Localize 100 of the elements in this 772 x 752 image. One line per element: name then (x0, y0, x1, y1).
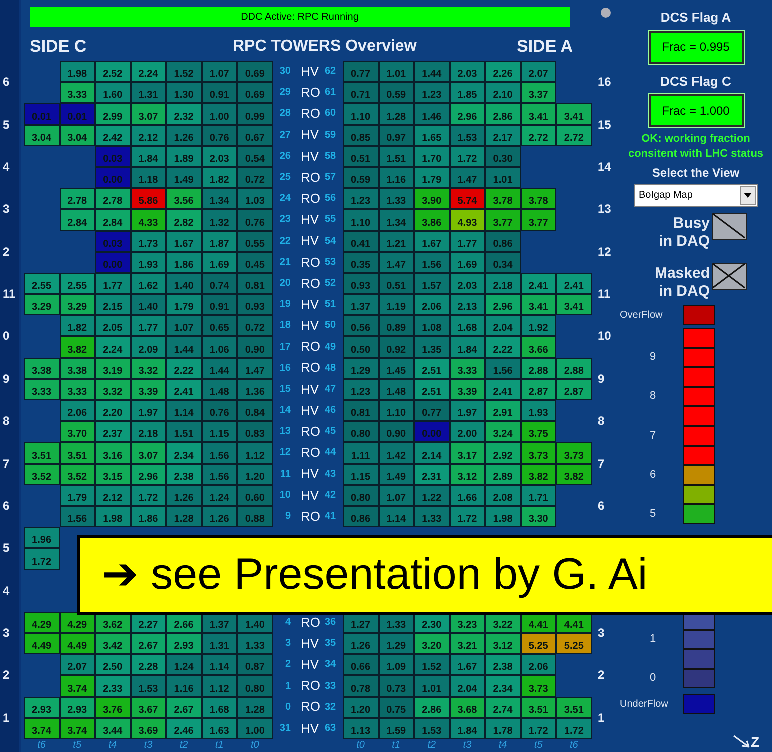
tower-cell: 1.53 (414, 718, 450, 739)
tower-type: RO (301, 444, 322, 462)
tower-cell: 0.00 (95, 252, 131, 273)
axis-label: t3 (462, 740, 473, 752)
scale-label: OverFlow (620, 308, 664, 322)
tower-cell: 3.74 (24, 718, 60, 739)
tower-number: 34 (325, 658, 336, 672)
tower-cell: 1.40 (130, 294, 166, 316)
tower-cell: 2.22 (166, 358, 202, 379)
tower-cell: 0.35 (343, 252, 379, 273)
tower-cell: 1.98 (60, 61, 96, 82)
tower-cell: 1.51 (378, 146, 414, 167)
axis-label: t2 (426, 740, 438, 752)
tower-cell: 1.29 (378, 633, 414, 654)
tower-cell: 3.38 (60, 358, 96, 379)
tower-cell: 2.31 (414, 464, 450, 485)
tower-type: RO (301, 614, 322, 632)
axis-label: t1 (214, 740, 225, 752)
sector-number: 15 (598, 116, 612, 134)
tower-cell: 3.37 (520, 82, 556, 104)
tower-cell: 0.90 (378, 421, 414, 442)
tower-cell: 0.89 (378, 315, 414, 336)
tower-cell: 0.56 (343, 315, 379, 336)
tower-type: HV (301, 402, 320, 420)
tower-cell: 1.84 (130, 146, 166, 167)
tower-cell: 2.24 (95, 336, 131, 358)
tower-cell: 1.44 (166, 336, 202, 358)
tower-cell: 4.33 (130, 209, 166, 230)
tower-cell: 2.91 (485, 400, 521, 422)
tower-cell: 3.16 (95, 442, 131, 464)
sector-number: 8 (3, 413, 10, 430)
tower-cell: 2.13 (450, 294, 486, 316)
tower-cell: 0.81 (343, 400, 379, 422)
tower-number: 9 (284, 510, 291, 524)
tower-cell: 3.07 (130, 103, 166, 125)
sector-number: 3 (3, 201, 10, 218)
tower-cell: 2.55 (24, 272, 60, 294)
tower-cell: 3.04 (60, 124, 96, 146)
tower-number: 12 (278, 446, 291, 460)
tower-cell: 2.50 (95, 654, 131, 676)
tower-cell: 3.52 (60, 464, 96, 485)
tower-cell: 3.77 (520, 209, 556, 230)
tower-cell: 0.41 (343, 230, 379, 252)
tower-type: HV (301, 465, 320, 484)
tower-cell: 2.51 (414, 378, 450, 400)
tower-cell: 3.69 (130, 718, 166, 739)
tower-number: 25 (278, 171, 291, 186)
axis-label: Z (751, 735, 760, 749)
tower-number: 30 (278, 65, 291, 80)
tower-cell: 2.82 (166, 209, 202, 230)
tower-cell: 2.34 (166, 442, 202, 464)
tower-cell: 2.87 (520, 378, 556, 400)
caret-icon (740, 186, 756, 205)
sector-number: 3 (598, 625, 605, 642)
tower-number: 16 (278, 362, 291, 376)
tower-cell: 1.67 (166, 230, 202, 252)
tower-cell: 3.19 (95, 358, 131, 379)
tower-cell: 1.85 (450, 82, 486, 104)
tower-number: 47 (325, 382, 336, 397)
tower-cell: 3.39 (450, 378, 486, 400)
tower-cell: 2.38 (485, 654, 521, 676)
tower-cell: 2.86 (485, 103, 521, 125)
indicator-icon (601, 8, 611, 18)
scale-label: UnderFlow (620, 698, 670, 712)
tower-number: 41 (325, 510, 336, 524)
tower-cell: 1.72 (450, 506, 486, 528)
status-bar: DDC Active: RPC Running (30, 7, 570, 27)
tower-number: 1 (284, 680, 291, 694)
tower-cell: 0.83 (237, 421, 273, 442)
tower-cell: 0.72 (237, 166, 273, 188)
tower-cell: 1.07 (166, 315, 202, 336)
tower-cell: 1.57 (414, 272, 450, 294)
tower-number: 45 (325, 425, 336, 440)
tower-cell: 0.65 (202, 315, 238, 336)
tower-type: HV (301, 126, 320, 144)
tower-number: 35 (325, 637, 336, 652)
tower-cell: 1.29 (343, 358, 379, 379)
tower-number: 61 (325, 86, 336, 100)
tower-cell: 1.00 (202, 103, 238, 125)
view-dropdown[interactable]: BoIgap Map (634, 184, 758, 207)
tower-cell: 1.79 (60, 484, 96, 506)
tower-cell: 1.26 (166, 484, 202, 506)
tower-cell: 1.69 (202, 252, 238, 273)
tower-cell: 1.33 (378, 188, 414, 210)
axis-label: t5 (72, 740, 83, 752)
tower-cell: 2.86 (414, 696, 450, 718)
tower-cell: 0.30 (485, 146, 521, 167)
tower-cell: 1.67 (450, 654, 486, 676)
tower-cell: 1.65 (414, 124, 450, 146)
tower-cell: 2.67 (166, 696, 202, 718)
tower-cell: 2.04 (485, 315, 521, 336)
scale-label: 5 (649, 506, 658, 522)
tower-number: 59 (325, 128, 336, 143)
tower-cell: 1.84 (450, 336, 486, 358)
tower-cell: 1.01 (485, 166, 521, 188)
tower-cell: 2.03 (202, 146, 238, 167)
tower-number: 0 (284, 700, 291, 715)
tower-cell: 1.16 (378, 166, 414, 188)
tower-type: HV (301, 296, 320, 314)
tower-cell: 1.01 (414, 675, 450, 697)
